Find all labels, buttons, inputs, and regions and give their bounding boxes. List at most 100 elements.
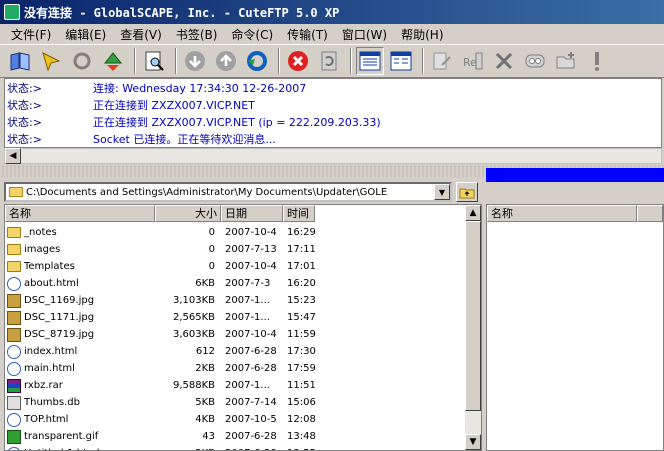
local-vertical-scrollbar[interactable]: ▲ ▼ bbox=[465, 205, 481, 450]
toolbar-separator bbox=[175, 48, 177, 74]
view-list-button[interactable] bbox=[356, 47, 384, 75]
file-date: 2007-6-28 bbox=[225, 346, 277, 357]
column-header-date[interactable]: 日期 bbox=[221, 205, 283, 222]
file-name: rxbz.rar bbox=[24, 380, 63, 391]
scroll-down-button[interactable]: ▼ bbox=[465, 434, 481, 450]
file-name-cell: TOP.html bbox=[5, 411, 155, 428]
svg-text:Re: Re bbox=[463, 56, 477, 69]
file-name-cell: about.html bbox=[5, 275, 155, 292]
table-row[interactable]: main.html 2KB 2007-6-28 17:59 bbox=[5, 360, 467, 377]
folder-icon bbox=[7, 244, 21, 255]
list-header: 名称 大小 日期 时间 bbox=[5, 205, 467, 222]
file-name: Thumbs.db bbox=[24, 397, 80, 408]
up-folder-button[interactable] bbox=[456, 182, 478, 202]
scroll-thumb[interactable] bbox=[465, 221, 481, 411]
file-time: 17:01 bbox=[287, 261, 316, 272]
site-manager-icon bbox=[10, 52, 30, 71]
toolbar-separator bbox=[422, 48, 424, 74]
menu-edit[interactable]: 编辑(E) bbox=[58, 26, 113, 43]
html-icon bbox=[7, 361, 21, 376]
table-row[interactable]: transparent.gif 43 2007-6-28 13:48 bbox=[5, 428, 467, 445]
chevron-down-icon[interactable]: ▼ bbox=[434, 184, 450, 200]
reconnect-button[interactable] bbox=[68, 47, 96, 75]
file-name-cell: index.html bbox=[5, 343, 155, 360]
file-size: 2KB bbox=[155, 445, 221, 450]
reconnect-icon bbox=[73, 52, 91, 70]
file-name-cell: Templates bbox=[5, 258, 155, 275]
file-size: 0 bbox=[208, 227, 215, 238]
column-header-time[interactable]: 时间 bbox=[283, 205, 315, 222]
properties-button[interactable] bbox=[521, 47, 549, 75]
new-folder-icon bbox=[556, 52, 575, 69]
log-line: 状态:> 连接: Wednesday 17:34:30 12-26-2007 bbox=[7, 82, 307, 95]
table-row[interactable]: TOP.html 4KB 2007-10-5 12:08 bbox=[5, 411, 467, 428]
menu-bookmarks[interactable]: 书签(B) bbox=[169, 26, 225, 43]
rar-icon bbox=[7, 378, 21, 393]
table-row[interactable]: Untitled-1.html 2KB2007-6-2813:55 bbox=[5, 445, 467, 450]
search-button[interactable] bbox=[140, 47, 168, 75]
log-horizontal-scrollbar[interactable]: ◀ bbox=[4, 148, 662, 164]
jpg-icon bbox=[7, 327, 21, 342]
table-row[interactable]: DSC_1171.jpg 2,565KB 2007-1... 15:47 bbox=[5, 309, 467, 326]
disconnect-button[interactable] bbox=[315, 47, 343, 75]
menu-view[interactable]: 查看(V) bbox=[113, 26, 169, 43]
status-log[interactable]: 状态:> 连接: Wednesday 17:34:30 12-26-2007 状态… bbox=[4, 78, 662, 148]
local-path-combo[interactable]: C:\Documents and Settings\Administrator\… bbox=[4, 182, 452, 202]
table-row[interactable]: about.html 6KB 2007-7-3 16:20 bbox=[5, 275, 467, 292]
scroll-left-button[interactable]: ◀ bbox=[5, 148, 21, 164]
jpg-icon bbox=[7, 310, 21, 325]
local-file-list[interactable]: 名称 大小 日期 时间 _notes 0 2007-10-4 16:29 images 0… bbox=[4, 204, 482, 451]
stop-button[interactable] bbox=[284, 47, 312, 75]
table-row[interactable]: _notes 0 2007-10-4 16:29 bbox=[5, 224, 467, 241]
file-name: transparent.gif bbox=[24, 431, 99, 442]
file-size: 2KB bbox=[195, 363, 215, 374]
jpg-icon bbox=[7, 293, 21, 308]
menu-help[interactable]: 帮助(H) bbox=[394, 26, 450, 43]
table-row[interactable]: Thumbs.db 5KB 2007-7-14 15:06 bbox=[5, 394, 467, 411]
remote-file-list[interactable]: 名称 bbox=[486, 204, 664, 451]
file-size: 0 bbox=[208, 244, 215, 255]
site-manager-button[interactable] bbox=[6, 47, 34, 75]
menu-transfer[interactable]: 传输(T) bbox=[280, 26, 335, 43]
new-folder-button[interactable] bbox=[552, 47, 580, 75]
table-row[interactable]: Templates 0 2007-10-4 17:01 bbox=[5, 258, 467, 275]
forward-button[interactable] bbox=[212, 47, 240, 75]
app-icon bbox=[4, 4, 20, 20]
alert-button[interactable] bbox=[583, 47, 611, 75]
menu-commands[interactable]: 命令(C) bbox=[224, 26, 280, 43]
column-header-name[interactable]: 名称 bbox=[487, 205, 637, 222]
column-header-size[interactable]: 大小 bbox=[155, 205, 221, 222]
view-detail-button[interactable] bbox=[387, 47, 415, 75]
refresh-button[interactable] bbox=[243, 47, 271, 75]
quick-connect-button[interactable] bbox=[37, 47, 65, 75]
file-time: 17:30 bbox=[287, 346, 316, 357]
table-row[interactable]: index.html 612 2007-6-28 17:30 bbox=[5, 343, 467, 360]
file-date: 2007-7-3 bbox=[225, 278, 271, 289]
local-path-text: C:\Documents and Settings\Administrator\… bbox=[26, 186, 388, 198]
table-row[interactable]: DSC_8719.jpg 3,603KB 2007-10-4 11:59 bbox=[5, 326, 467, 343]
properties-icon bbox=[525, 54, 545, 68]
file-name-cell: transparent.gif bbox=[5, 428, 155, 445]
scroll-up-button[interactable]: ▲ bbox=[465, 205, 481, 221]
delete-button[interactable] bbox=[490, 47, 518, 75]
disconnect-icon bbox=[321, 51, 337, 71]
rename-button[interactable]: Re bbox=[459, 47, 487, 75]
table-row[interactable]: DSC_1169.jpg 3,103KB 2007-1... 15:23 bbox=[5, 292, 467, 309]
column-header-blank[interactable] bbox=[637, 205, 663, 222]
view-list-icon bbox=[359, 51, 381, 71]
download-button[interactable] bbox=[99, 47, 127, 75]
file-date: 2007-6-28 bbox=[225, 431, 277, 442]
html-icon bbox=[7, 344, 21, 359]
table-row[interactable]: images 0 2007-7-13 17:11 bbox=[5, 241, 467, 258]
menu-file[interactable]: 文件(F) bbox=[4, 26, 58, 43]
file-name: main.html bbox=[24, 363, 75, 374]
file-size: 43 bbox=[202, 431, 215, 442]
window-title: 没有连接 - GlobalSCAPE, Inc. - CuteFTP 5.0 X… bbox=[24, 5, 340, 20]
forward-icon bbox=[216, 51, 236, 71]
menu-window[interactable]: 窗口(W) bbox=[335, 26, 394, 43]
table-row[interactable]: rxbz.rar 9,588KB 2007-1... 11:51 bbox=[5, 377, 467, 394]
edit-button[interactable] bbox=[428, 47, 456, 75]
column-header-name[interactable]: 名称 bbox=[5, 205, 155, 222]
file-name-cell: Thumbs.db bbox=[5, 394, 155, 411]
back-button[interactable] bbox=[181, 47, 209, 75]
